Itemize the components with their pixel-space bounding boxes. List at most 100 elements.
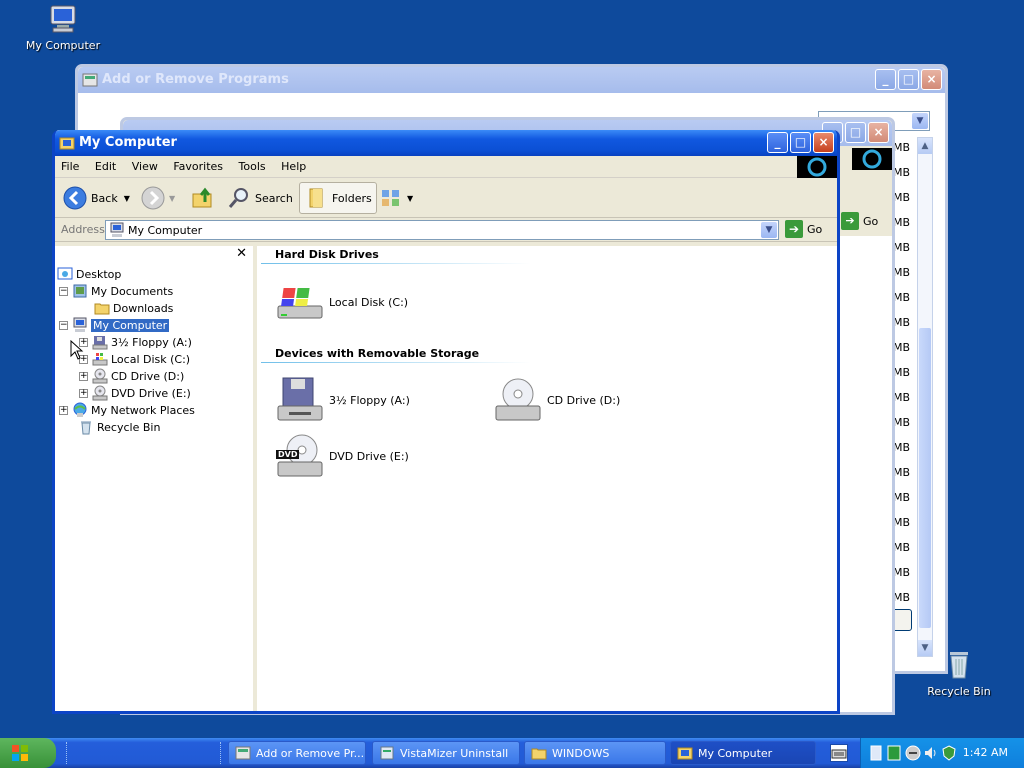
tray-minus-icon[interactable]	[905, 745, 921, 761]
maximize-button[interactable]: □	[845, 122, 866, 143]
chevron-down-icon[interactable]: ▼	[124, 194, 130, 203]
size-cell: MB	[893, 416, 911, 429]
title-bar[interactable]: My Computer _ □ ×	[55, 130, 837, 156]
window-title: My Computer	[79, 135, 177, 150]
drive-local-disk-c[interactable]: Local Disk (C:)	[275, 278, 408, 326]
expand-icon[interactable]: +	[79, 388, 88, 398]
close-button[interactable]: ×	[921, 69, 942, 90]
close-pane-button[interactable]: ✕	[236, 246, 247, 261]
expand-icon[interactable]: +	[59, 405, 68, 415]
search-button[interactable]: Search	[227, 182, 293, 214]
scroll-down-button[interactable]: ▼	[918, 640, 932, 656]
tree-item-cd-drive[interactable]: + CD Drive (D:)	[79, 368, 184, 384]
taskbar-button-add-remove-programs[interactable]: Add or Remove Pr...	[228, 741, 366, 765]
programs-icon	[235, 746, 251, 760]
tree-item-floppy[interactable]: + 3½ Floppy (A:)	[79, 334, 192, 350]
chevron-down-icon[interactable]: ▼	[169, 194, 175, 203]
computer-icon	[73, 317, 87, 332]
minimize-button[interactable]: _	[875, 69, 896, 90]
views-button[interactable]: ▼	[379, 182, 413, 214]
my-computer-window[interactable]: My Computer _ □ × File Edit View Favorit…	[52, 130, 840, 714]
forward-button[interactable]: ▼	[141, 182, 175, 214]
taskbar-button-label: VistaMizer Uninstall	[400, 746, 509, 760]
quick-launch-separator	[66, 742, 69, 764]
tray-green-icon[interactable]	[887, 745, 901, 761]
address-dropdown-button[interactable]: ▼	[761, 222, 777, 238]
taskbar-button-vistamizer-uninstall[interactable]: VistaMizer Uninstall	[372, 741, 520, 765]
taskbar: Add or Remove Pr... VistaMizer Uninstall…	[0, 738, 1024, 768]
quick-launch-separator	[220, 742, 223, 764]
system-clock[interactable]: 1:42 AM	[963, 746, 1008, 759]
maximize-icon: □	[902, 72, 915, 86]
tree-item-my-computer[interactable]: − My Computer	[59, 317, 170, 333]
security-shield-icon[interactable]	[941, 745, 957, 761]
menu-tools[interactable]: Tools	[233, 156, 272, 173]
back-button[interactable]: Back ▼	[63, 182, 130, 214]
drive-cd-d[interactable]: CD Drive (D:)	[493, 376, 620, 424]
tree-item-downloads[interactable]: Downloads	[94, 300, 173, 316]
minimize-button[interactable]: _	[767, 132, 788, 153]
tree-item-recycle-bin[interactable]: Recycle Bin	[78, 419, 160, 435]
address-input[interactable]: My Computer ▼	[105, 220, 779, 240]
close-button[interactable]: ×	[868, 122, 889, 143]
taskbar-button-windows-folder[interactable]: WINDOWS	[524, 741, 666, 765]
taskbar-button-label: My Computer	[698, 746, 773, 760]
menu-favorites[interactable]: Favorites	[167, 156, 229, 173]
size-cell: MB	[893, 291, 911, 304]
group-header-hard-disk-drives: Hard Disk Drives	[275, 248, 379, 261]
go-button[interactable]: ➔ Go	[785, 220, 822, 238]
tree-label: Downloads	[113, 301, 174, 315]
desktop-icon-label: My Computer	[25, 39, 101, 52]
scroll-thumb[interactable]	[919, 328, 931, 628]
start-button[interactable]	[0, 738, 56, 768]
tray-doc-icon[interactable]	[869, 745, 883, 761]
folder-icon	[531, 748, 547, 760]
desktop-icon-my-computer[interactable]: My Computer	[18, 4, 108, 52]
keyboard-indicator[interactable]	[830, 744, 848, 762]
collapse-icon[interactable]: −	[59, 286, 68, 296]
folders-pane: ✕ Desktop − My Documents Downloads − My …	[55, 246, 257, 711]
network-places-icon	[73, 402, 87, 417]
collapse-icon[interactable]: −	[59, 320, 68, 330]
minimize-icon: _	[882, 72, 889, 86]
dvd-drive-icon: DVD	[275, 432, 325, 480]
drive-label: 3½ Floppy (A:)	[329, 393, 410, 407]
drive-floppy-a[interactable]: 3½ Floppy (A:)	[275, 376, 410, 424]
size-cell: MB	[893, 391, 911, 404]
floppy-drive-icon	[277, 377, 323, 421]
maximize-button[interactable]: □	[790, 132, 811, 153]
close-button[interactable]: ×	[813, 132, 834, 153]
menu-edit[interactable]: Edit	[89, 156, 122, 173]
up-folder-button[interactable]	[191, 182, 219, 214]
tree-item-local-disk[interactable]: + Local Disk (C:)	[79, 351, 190, 367]
keyboard-icon	[831, 749, 847, 759]
taskbar-button-label: Add or Remove Pr...	[256, 746, 365, 760]
recycle-bin-icon	[950, 652, 968, 679]
menu-view[interactable]: View	[126, 156, 164, 173]
window-title: Add or Remove Programs	[102, 72, 289, 87]
tree-label: Recycle Bin	[97, 420, 161, 434]
folders-button[interactable]: Folders	[299, 182, 377, 214]
cd-drive-icon	[92, 368, 108, 384]
menu-file[interactable]: File	[55, 156, 85, 173]
tree-label: DVD Drive (E:)	[111, 386, 191, 400]
drive-label: DVD Drive (E:)	[329, 449, 409, 463]
tree-item-dvd-drive[interactable]: + DVD Drive (E:)	[79, 385, 191, 401]
tree-item-my-network-places[interactable]: + My Network Places	[59, 402, 195, 418]
expand-icon[interactable]: +	[79, 371, 88, 381]
taskbar-button-my-computer[interactable]: My Computer	[670, 741, 816, 765]
title-bar[interactable]: Add or Remove Programs _ □ ×	[78, 67, 945, 93]
maximize-icon: □	[794, 135, 807, 149]
menu-help[interactable]: Help	[275, 156, 312, 173]
scroll-up-button[interactable]: ▲	[918, 138, 932, 154]
tree-item-desktop[interactable]: Desktop	[57, 266, 121, 282]
close-icon: ×	[926, 72, 937, 86]
size-cell: MB	[893, 341, 911, 354]
close-icon: ×	[873, 125, 884, 139]
tree-item-my-documents[interactable]: − My Documents	[59, 283, 173, 299]
maximize-button[interactable]: □	[898, 69, 919, 90]
drive-dvd-e[interactable]: DVD DVD Drive (E:)	[275, 432, 409, 480]
go-button[interactable]: ➔ Go	[841, 212, 878, 230]
vertical-scrollbar[interactable]: ▲ ▼	[917, 137, 933, 657]
volume-icon[interactable]	[923, 745, 939, 761]
